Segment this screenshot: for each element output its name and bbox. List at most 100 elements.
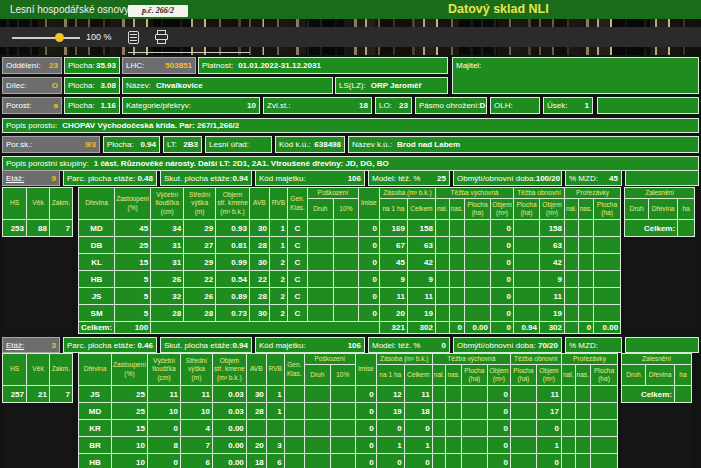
table-cell: 1 [269,237,287,254]
field-label: Obmýtí/obnovní doba: [457,174,536,183]
cell-dark [675,420,692,437]
col-header-rvb: RVB [266,354,284,386]
col-header-gen: Gen.Klas. [287,188,307,220]
cell-dark [50,437,73,454]
table-cell: 9 [379,271,407,288]
cell-dark [27,271,50,288]
col-header-zastoupeni: Zastoupení(%) [112,354,148,386]
table-cell [465,220,491,237]
table-row: HB526220.54222C09909 [3,271,695,288]
cell-dark [646,437,675,454]
table-cell: 63 [540,237,565,254]
printer-icon[interactable] [155,30,168,44]
table-cell [330,420,355,437]
cell-dark [50,420,73,437]
col-header-stredni: Střednívýška(m) [184,188,216,220]
table-cell: 0 [355,437,376,454]
cell-dark [678,271,695,288]
cell-dark [50,237,73,254]
col-header-objem: Objemstř. kmene(m³ b.k.) [216,188,250,220]
table-cell: 0 [358,271,379,288]
field-oddeleni: Oddělení:23 [2,57,62,74]
table-cell: 28 [151,305,184,322]
field-skut: Skut. plocha etáže:0.94 [160,170,252,186]
table-cell [578,271,593,288]
group-header-poskozeni: Poškození [304,354,355,365]
table-cell: 0 [355,386,376,403]
table-cell [330,386,355,403]
zoom-slider-knob[interactable] [55,33,64,42]
table-cell: 0.03 [213,403,247,420]
field-value: 0.48 [137,174,153,183]
datastore-title: Datový sklad NLI [448,2,549,16]
notes-icon[interactable] [128,31,139,44]
table-cell [461,386,487,403]
table-cell: 1 [266,403,284,420]
table-cell [514,220,540,237]
table-cell: 63 [407,237,435,254]
scrollbar[interactable] [128,52,250,53]
table-cell: 158 [540,220,565,237]
table-cell: 0 [491,237,514,254]
field-lslz: LS(LZ):ORP Jaroměř [335,77,448,94]
col-header-vek: Věk [27,354,50,386]
table-cell: 0 [148,454,181,468]
table-cell: 0 [355,420,376,437]
table-row: BR10870.0020301101 [3,437,692,454]
field-value: 25 [437,174,446,183]
field-value: 9 [52,174,56,183]
cell-dark [50,454,73,468]
field-label: Kód majetku: [259,174,306,183]
table-cell [435,220,449,237]
col-header-na1ha: na 1 ha [376,365,404,386]
field-label: Model: těž. % [372,174,420,183]
table-cell: 10 [112,437,148,454]
cell-dark [646,420,675,437]
cell-dark [50,305,73,322]
group-header-zasoba: Zásoba (m³ b.k.) [379,188,435,199]
field-skut: Skut. plocha etáže:0.94 [160,337,252,353]
table-cell [333,220,358,237]
table-cell [304,403,330,420]
totals-cell: 0 [491,322,514,334]
cell-dark [625,271,649,288]
field-etaz[interactable]: Etáž:3 [2,337,60,353]
table-cell: 0 [355,454,376,468]
col-header-drevina: Dřevina [79,188,115,220]
table-cell [561,403,575,420]
table-cell [304,454,330,468]
cell-dark [646,454,675,468]
table-cell: 1 [536,437,561,454]
field-empty [625,337,699,353]
field-obmyti: Obmýtí/obnovní doba:100/20 [453,170,562,186]
field-label: Etáž: [6,174,24,183]
table-cell: DB [79,237,115,254]
field-etaz[interactable]: Etáž: 9 [2,170,60,186]
cell-dark [3,420,27,437]
field-plocha-dilec: Plocha:3.08 [64,77,120,94]
cell-dark [3,454,27,468]
table-cell: 18 [246,454,266,468]
table-cell [284,420,304,437]
table-cell: C [287,254,307,271]
table-cell: JS [79,288,115,305]
table-cell: 0 [487,386,510,403]
field-label: % MZD: [569,174,598,183]
table-cell [565,288,579,305]
group-header-tezba_vychovna: Těžba výchovná [435,188,513,199]
toolbar: 100 % [0,27,701,47]
table-cell [307,271,333,288]
table-cell: 30 [246,386,266,403]
table-cell [284,437,304,454]
table-cell: 6 [181,454,213,468]
cell-dark [50,271,73,288]
zoom-slider-track[interactable] [12,37,80,39]
table-cell: 5 [115,271,151,288]
app-title: Lesní hospodářské osnovy [10,4,129,15]
cell-dark [625,305,649,322]
col-header-rvb: RVB [269,188,287,220]
cell-dark [27,288,50,305]
table-cell: 25 [115,237,151,254]
table-cell: 28 [184,305,216,322]
table-cell: 29 [184,254,216,271]
